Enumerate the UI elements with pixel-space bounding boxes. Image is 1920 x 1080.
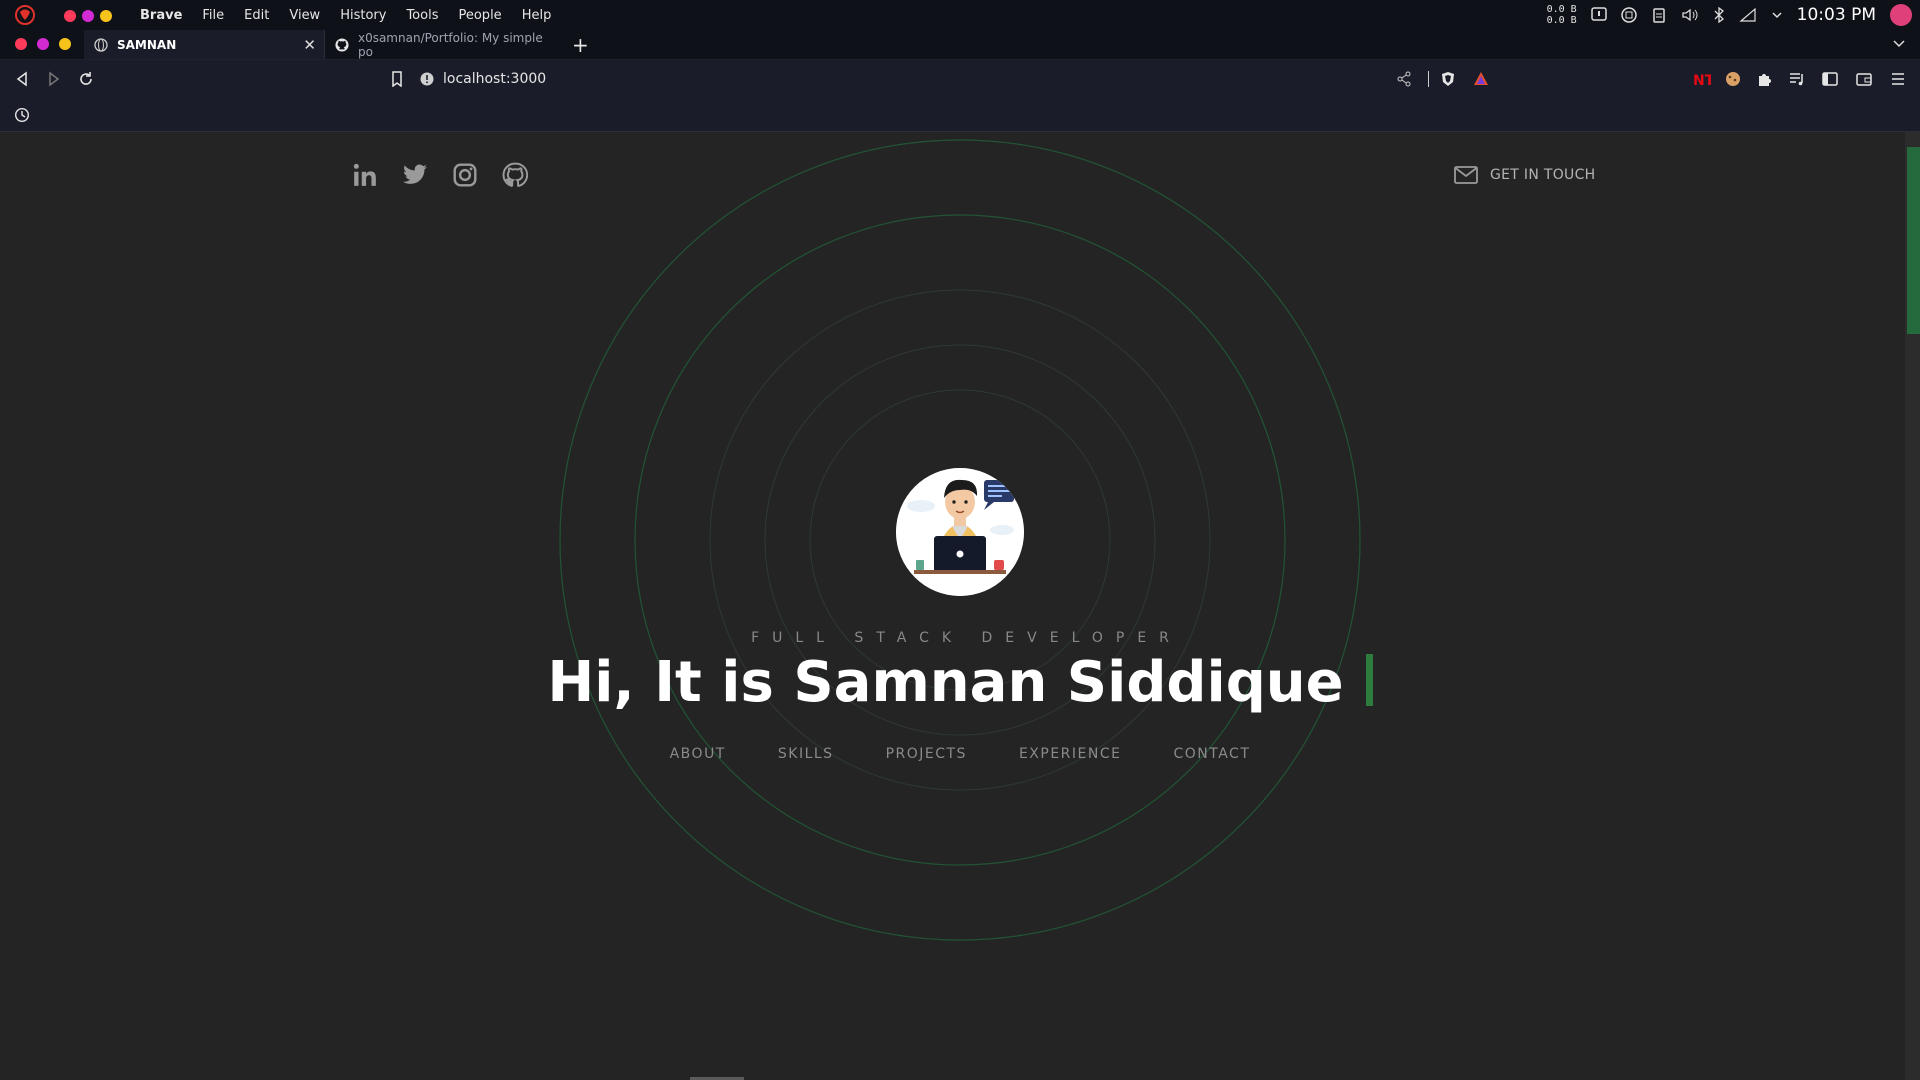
app-menu: Brave File Edit View History Tools Peopl… bbox=[130, 0, 561, 30]
menu-people[interactable]: People bbox=[448, 8, 511, 23]
share-icon[interactable] bbox=[1396, 71, 1412, 87]
github-icon[interactable] bbox=[502, 162, 528, 188]
minimize-window-button[interactable] bbox=[82, 10, 94, 22]
sidebar-toggle-icon[interactable] bbox=[1822, 71, 1838, 87]
tab-samnan[interactable]: SAMNAN ✕ bbox=[84, 30, 324, 59]
menu-view[interactable]: View bbox=[279, 8, 330, 23]
nav-projects[interactable]: PROJECTS bbox=[886, 746, 967, 762]
bluetooth-icon[interactable] bbox=[1713, 7, 1725, 23]
background-rings bbox=[559, 139, 1361, 941]
hero-subtitle: FULL STACK DEVELOPER bbox=[751, 630, 1182, 646]
globe-icon bbox=[94, 37, 108, 52]
maximize-window-button[interactable] bbox=[100, 10, 112, 22]
nav-skills[interactable]: SKILLS bbox=[778, 746, 834, 762]
menu-file[interactable]: File bbox=[192, 8, 234, 23]
mail-icon bbox=[1454, 166, 1478, 184]
maximize-dot[interactable] bbox=[59, 38, 71, 50]
back-icon[interactable] bbox=[15, 71, 29, 87]
tab-bar: SAMNAN ✕ x0samnan/Portfolio: My simple p… bbox=[0, 30, 1920, 60]
extensions-puzzle-icon[interactable] bbox=[1757, 71, 1773, 87]
url-text: localhost:3000 bbox=[443, 71, 547, 87]
close-tab-icon[interactable]: ✕ bbox=[303, 36, 316, 54]
bookmark-icon[interactable] bbox=[391, 71, 403, 87]
tab-title: SAMNAN bbox=[117, 37, 177, 52]
hero-nav: ABOUT SKILLS PROJECTS EXPERIENCE CONTACT bbox=[0, 746, 1920, 762]
chevron-down-icon[interactable] bbox=[1892, 36, 1906, 50]
window-controls bbox=[64, 10, 112, 22]
page-viewport: GET IN TOUCH FULL STACK DEVELOPER Hi, It… bbox=[0, 132, 1920, 1080]
nav-contact[interactable]: CONTACT bbox=[1173, 746, 1250, 762]
site-info-icon[interactable] bbox=[420, 72, 434, 86]
instagram-icon[interactable] bbox=[452, 162, 478, 188]
bookmarks-bar bbox=[0, 98, 1920, 132]
clock[interactable]: 10:03 PM bbox=[1797, 5, 1876, 25]
typing-cursor bbox=[1365, 654, 1373, 706]
netflix-extension-icon[interactable]: NT bbox=[1693, 71, 1711, 87]
get-in-touch-label: GET IN TOUCH bbox=[1490, 167, 1596, 183]
nav-about[interactable]: ABOUT bbox=[670, 746, 726, 762]
address-bar[interactable]: localhost:3000 bbox=[420, 65, 1500, 93]
new-tab-button[interactable]: + bbox=[572, 33, 589, 57]
page-scrollbar[interactable] bbox=[1905, 132, 1920, 1080]
hero-headline: Hi, It is Samnan Siddique bbox=[0, 650, 1920, 715]
browser-toolbar: localhost:3000 NT bbox=[0, 60, 1920, 98]
close-dot[interactable] bbox=[15, 38, 27, 50]
tab-window-controls bbox=[15, 38, 71, 50]
menu-history[interactable]: History bbox=[330, 8, 396, 23]
hamburger-menu-icon[interactable] bbox=[1891, 71, 1905, 87]
user-avatar[interactable] bbox=[1890, 4, 1912, 26]
history-icon[interactable] bbox=[14, 107, 30, 123]
tab-github-portfolio[interactable]: x0samnan/Portfolio: My simple po bbox=[324, 30, 561, 59]
linkedin-icon[interactable] bbox=[352, 162, 378, 188]
profile-avatar bbox=[896, 468, 1024, 596]
brave-rewards-icon[interactable] bbox=[1473, 71, 1489, 87]
toolbar-divider bbox=[1428, 71, 1429, 87]
menu-app-name[interactable]: Brave bbox=[130, 8, 192, 23]
forward-icon[interactable] bbox=[47, 71, 61, 87]
headline-text: Hi, It is Samnan Siddique bbox=[547, 650, 1344, 715]
close-window-button[interactable] bbox=[64, 10, 76, 22]
svg-text:NT: NT bbox=[1693, 73, 1711, 87]
reload-icon[interactable] bbox=[78, 71, 94, 87]
wifi-icon[interactable] bbox=[1739, 7, 1757, 23]
github-icon bbox=[335, 37, 349, 52]
net-up: 0.0 B bbox=[1546, 4, 1577, 15]
get-in-touch-link[interactable]: GET IN TOUCH bbox=[1454, 166, 1595, 184]
developer-illustration bbox=[896, 468, 1024, 596]
cookie-extension-icon[interactable] bbox=[1725, 71, 1741, 87]
scrollbar-thumb[interactable] bbox=[1907, 147, 1920, 334]
media-queue-icon[interactable] bbox=[1789, 71, 1805, 87]
menu-edit[interactable]: Edit bbox=[234, 8, 279, 23]
chevron-down-icon[interactable] bbox=[1771, 9, 1783, 21]
brave-shields-icon[interactable] bbox=[1440, 71, 1456, 87]
clipboard-icon[interactable] bbox=[1651, 7, 1667, 23]
social-links bbox=[352, 162, 528, 188]
disk-icon[interactable] bbox=[1620, 7, 1637, 23]
nav-experience[interactable]: EXPERIENCE bbox=[1019, 746, 1122, 762]
minimize-dot[interactable] bbox=[37, 38, 49, 50]
twitter-icon[interactable] bbox=[402, 162, 428, 188]
notification-icon[interactable] bbox=[1590, 7, 1607, 23]
network-speed: 0.0 B 0.0 B bbox=[1547, 4, 1577, 26]
os-menubar: Brave File Edit View History Tools Peopl… bbox=[0, 0, 1920, 30]
menu-help[interactable]: Help bbox=[512, 8, 562, 23]
system-tray: 0.0 B 0.0 B 10:03 PM bbox=[1547, 0, 1920, 30]
net-down: 0.0 B bbox=[1546, 15, 1577, 26]
volume-icon[interactable] bbox=[1681, 7, 1699, 23]
brave-lion-icon[interactable] bbox=[14, 4, 36, 26]
tab-title: x0samnan/Portfolio: My simple po bbox=[357, 30, 543, 59]
wallet-icon[interactable] bbox=[1856, 71, 1872, 87]
menu-tools[interactable]: Tools bbox=[396, 8, 448, 23]
